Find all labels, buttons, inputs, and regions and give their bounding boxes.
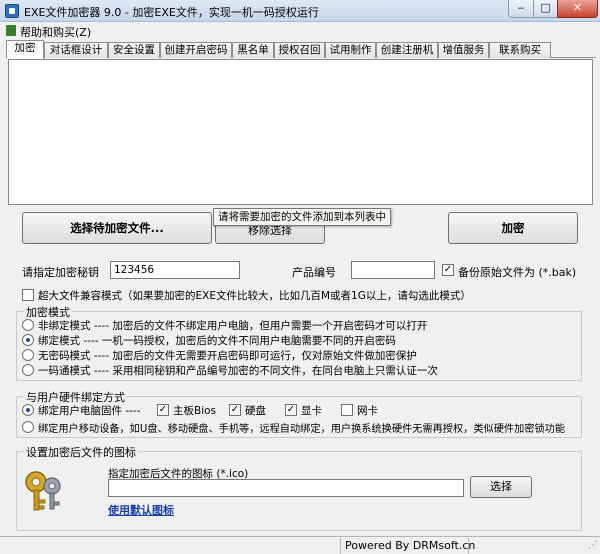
- bios-checkbox[interactable]: ✓: [157, 404, 169, 416]
- app-icon: [5, 4, 19, 18]
- status-bar: Powered By DRMsoft.cn ⋰: [0, 536, 600, 554]
- powered-by-text: Powered By DRMsoft.cn: [345, 539, 476, 552]
- nic-label: 网卡: [357, 405, 378, 417]
- mode-unbound-radio[interactable]: [22, 319, 34, 331]
- tab-security-settings[interactable]: 安全设置: [108, 42, 160, 58]
- resize-grip-icon[interactable]: ⋰: [588, 540, 598, 551]
- file-list-tooltip: 请将需要加密的文件添加到本列表中: [213, 208, 391, 226]
- large-file-label: 超大文件兼容模式（如果要加密的EXE文件比较大，比如几百M或者1G以上，请勾选此…: [38, 290, 471, 302]
- key-icon: [25, 471, 61, 511]
- maximize-button[interactable]: □: [533, 0, 558, 18]
- encrypt-button[interactable]: 加密: [448, 212, 578, 244]
- secret-key-label: 请指定加密秘钥: [22, 266, 99, 279]
- bind-mobile-label: 绑定用户移动设备，如U盘、移动硬盘、手机等，远程自动绑定，用户换系统换硬件无需再…: [38, 424, 566, 435]
- tab-license-recall[interactable]: 授权召回: [274, 42, 325, 58]
- bind-mobile-radio[interactable]: [22, 421, 34, 433]
- secret-key-input[interactable]: [110, 261, 240, 279]
- mode-one-code-radio[interactable]: [22, 364, 34, 376]
- title-bar: EXE文件加密器 9.0 - 加密EXE文件，实现一机一码授权运行 ‒ □ ✕: [0, 0, 600, 22]
- bios-label: 主板Bios: [173, 405, 217, 417]
- product-id-label: 产品编号: [292, 266, 336, 279]
- mode-bound-label: 绑定模式 ---- 一机一码授权，加密后的文件不同用户电脑需要不同的开启密码: [38, 335, 396, 347]
- mode-one-code-label: 一码通模式 ---- 采用相同秘钥和产品编号加密的不同文件，在同台电脑上只需认证…: [38, 365, 438, 377]
- close-button[interactable]: ✕: [557, 0, 598, 18]
- tab-encrypt[interactable]: 加密: [6, 40, 44, 59]
- minimize-button[interactable]: ‒: [508, 0, 534, 18]
- minimize-icon: ‒: [517, 1, 525, 14]
- nic-checkbox[interactable]: [341, 404, 353, 416]
- mode-unbound-label: 非绑定模式 ---- 加密后的文件不绑定用户电脑，但用户需要一个开启密码才可以打…: [38, 320, 428, 332]
- menu-help-and-buy[interactable]: 帮助和购买(Z): [20, 24, 91, 40]
- icon-path-input[interactable]: [108, 479, 464, 497]
- tab-contact-buy[interactable]: 联系购买: [489, 42, 551, 58]
- close-icon: ✕: [572, 1, 583, 14]
- gpu-checkbox[interactable]: ✓: [285, 404, 297, 416]
- large-file-checkbox[interactable]: [22, 289, 34, 301]
- mode-no-password-label: 无密码模式 ---- 加密后的文件无需要开启密码即可运行，仅对原始文件做加密保护: [38, 350, 417, 362]
- backup-label: 备份原始文件为 (*.bak): [458, 266, 577, 279]
- select-files-button[interactable]: 选择待加密文件...: [22, 212, 212, 244]
- product-id-input[interactable]: [351, 261, 435, 279]
- bind-fixed-radio[interactable]: [22, 404, 34, 416]
- disk-checkbox[interactable]: ✓: [229, 404, 241, 416]
- file-list[interactable]: [8, 59, 593, 205]
- mode-no-password-radio[interactable]: [22, 349, 34, 361]
- gpu-label: 显卡: [301, 405, 322, 417]
- backup-checkbox[interactable]: ✓: [442, 264, 454, 276]
- window-title: EXE文件加密器 9.0 - 加密EXE文件，实现一机一码授权运行: [24, 6, 319, 19]
- icon-group-legend: 设置加密后文件的图标: [24, 444, 138, 460]
- tab-create-password[interactable]: 创建开启密码: [160, 42, 232, 58]
- default-icon-link[interactable]: 使用默认图标: [108, 502, 174, 518]
- tab-blacklist[interactable]: 黑名单: [232, 42, 274, 58]
- tab-keygen[interactable]: 创建注册机: [376, 42, 438, 58]
- tab-strip: 加密 对话框设计 安全设置 创建开启密码 黑名单 授权召回 试用制作 创建注册机…: [6, 40, 596, 59]
- tab-dialog-design[interactable]: 对话框设计: [44, 42, 108, 58]
- tab-value-added[interactable]: 增值服务: [438, 42, 489, 58]
- mode-bound-radio[interactable]: [22, 334, 34, 346]
- tab-trial[interactable]: 试用制作: [325, 42, 376, 58]
- browse-icon-button[interactable]: 选择: [470, 476, 532, 498]
- menu-bar: 帮助和购买(Z): [0, 22, 600, 40]
- maximize-icon: □: [540, 1, 551, 14]
- disk-label: 硬盘: [245, 405, 266, 417]
- bind-fixed-label: 绑定用户电脑固件 ----: [38, 405, 141, 417]
- help-menu-icon: [6, 25, 16, 36]
